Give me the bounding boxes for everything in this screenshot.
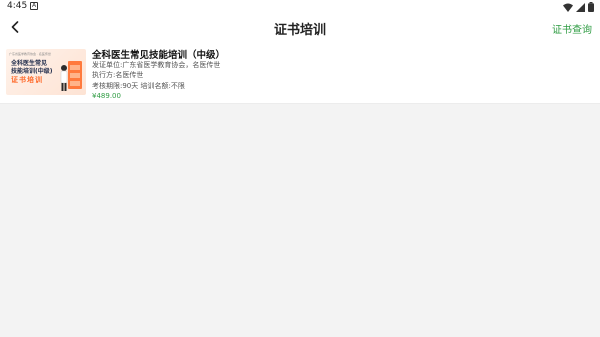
course-title: 全科医生常见技能培训（中级） xyxy=(92,50,226,61)
status-time: 4:45 xyxy=(7,1,28,11)
course-list: 广东省医学教育协会 · 名医传世 全科医生常见 技能培训(中级) 证书培训 全科… xyxy=(0,40,600,337)
page-title: 证书培训 xyxy=(273,23,326,38)
course-card[interactable]: 广东省医学教育协会 · 名医传世 全科医生常见 技能培训(中级) 证书培训 全科… xyxy=(0,40,600,104)
course-executor: 执行方:名医传世 xyxy=(92,71,144,79)
doctor-illustration-icon xyxy=(60,61,82,91)
status-icons xyxy=(563,2,594,12)
certificate-query-button[interactable]: 证书查询 xyxy=(552,21,592,36)
course-thumbnail[interactable]: 广东省医学教育协会 · 名医传世 全科医生常见 技能培训(中级) 证书培训 xyxy=(6,49,86,95)
course-period: 考核期限:90天 培训名额:不限 xyxy=(92,82,185,90)
thumbnail-org-text: 广东省医学教育协会 · 名医传世 xyxy=(9,52,51,56)
thumbnail-title-line2: 技能培训(中级) xyxy=(11,68,53,75)
course-price: ¥489.00 xyxy=(92,92,121,100)
thumbnail-tag: 证书培训 xyxy=(11,76,43,84)
app-bar: 证书培训 证书查询 xyxy=(0,14,600,40)
status-bar: 4:45 A xyxy=(0,0,600,14)
wifi-icon xyxy=(563,3,573,12)
course-issuer: 发证单位:广东省医学教育协会，名医传世 xyxy=(92,61,221,69)
battery-icon xyxy=(588,2,594,12)
signal-icon xyxy=(576,2,585,12)
notification-icon: A xyxy=(30,2,38,10)
